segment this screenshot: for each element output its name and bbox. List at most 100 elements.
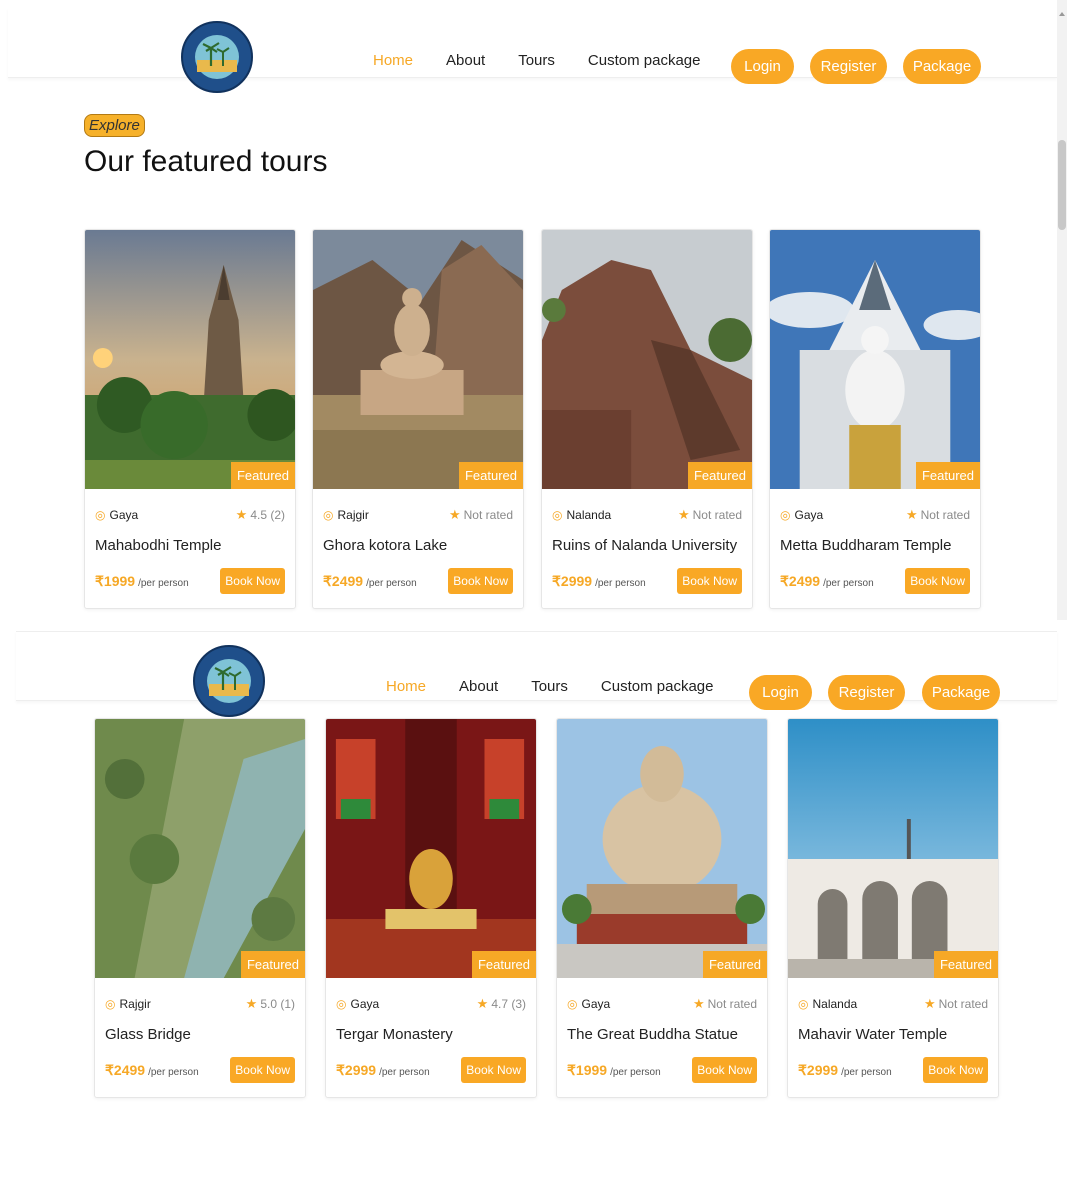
- tour-card[interactable]: Featured ◎ Rajgir ★ 5.0 (1) Glass Bridge ₹…: [94, 718, 306, 1098]
- location: ◎ Rajgir: [105, 996, 151, 1012]
- tour-image[interactable]: Featured: [85, 230, 295, 489]
- tour-title[interactable]: Mahavir Water Temple: [798, 1026, 947, 1043]
- book-now-button[interactable]: Book Now: [905, 568, 970, 594]
- scroll-up-icon[interactable]: [1059, 12, 1065, 16]
- book-now-button[interactable]: Book Now: [677, 568, 742, 594]
- book-now-button[interactable]: Book Now: [230, 1057, 295, 1083]
- map-pin-icon: ◎: [95, 508, 106, 522]
- location-label: Gaya: [794, 508, 824, 522]
- menu-about[interactable]: About: [459, 678, 498, 695]
- menu-tours[interactable]: Tours: [518, 52, 555, 69]
- featured-badge: Featured: [687, 462, 752, 489]
- tour-title[interactable]: Metta Buddharam Temple: [780, 537, 951, 554]
- location-label: Gaya: [581, 997, 611, 1011]
- tour-card[interactable]: Featured ◎ Nalanda ★ Not rated Mahavir Wat…: [787, 718, 999, 1098]
- rating: ★ Not rated: [678, 507, 742, 523]
- scrollbar[interactable]: [1057, 0, 1067, 620]
- tour-card[interactable]: Featured ◎ Nalanda ★ Not rated Ruins of Na…: [541, 229, 753, 609]
- main-menu: Home About Tours Custom package: [373, 52, 700, 69]
- price-value: ₹1999: [95, 572, 136, 589]
- book-now-button[interactable]: Book Now: [692, 1057, 757, 1083]
- book-now-button[interactable]: Book Now: [461, 1057, 526, 1083]
- map-pin-icon: ◎: [323, 508, 334, 522]
- register-button[interactable]: Register: [810, 49, 887, 84]
- tour-title[interactable]: Glass Bridge: [105, 1026, 191, 1043]
- navbar: Home About Tours Custom package Login Re…: [8, 8, 1057, 93]
- rating-label: 4.7 (3): [491, 997, 526, 1011]
- book-now-button[interactable]: Book Now: [923, 1057, 988, 1083]
- per-person-label: /per person: [148, 1066, 199, 1078]
- star-icon: ★: [692, 996, 705, 1011]
- scroll-thumb[interactable]: [1058, 140, 1066, 230]
- logo-emblem-icon: [193, 645, 265, 717]
- tour-image[interactable]: Featured: [95, 719, 305, 978]
- location: ◎ Gaya: [95, 507, 138, 523]
- map-pin-icon: ◎: [567, 997, 578, 1011]
- price-value: ₹2999: [798, 1061, 839, 1078]
- price-value: ₹2999: [336, 1061, 377, 1078]
- package-button[interactable]: Package: [922, 675, 1000, 710]
- package-button[interactable]: Package: [903, 49, 981, 84]
- per-person-label: /per person: [366, 577, 417, 589]
- location: ◎ Rajgir: [323, 507, 369, 523]
- per-person-label: /per person: [595, 577, 646, 589]
- logo[interactable]: [181, 14, 253, 100]
- book-now-button[interactable]: Book Now: [448, 568, 513, 594]
- rating: ★ 4.7 (3): [477, 996, 526, 1012]
- rating-label: Not rated: [707, 997, 757, 1011]
- section-title: Our featured tours: [84, 145, 328, 178]
- rating: ★ 5.0 (1): [246, 996, 295, 1012]
- tour-price: ₹2999/per person: [336, 1062, 430, 1079]
- tour-image[interactable]: Featured: [326, 719, 536, 978]
- tour-title[interactable]: Tergar Monastery: [336, 1026, 453, 1043]
- login-button[interactable]: Login: [731, 49, 794, 84]
- price-value: ₹1999: [567, 1061, 608, 1078]
- section-tag: Explore: [84, 114, 145, 137]
- book-now-button[interactable]: Book Now: [220, 568, 285, 594]
- menu-about[interactable]: About: [446, 52, 485, 69]
- star-icon: ★: [677, 507, 690, 522]
- tour-price: ₹1999/per person: [95, 573, 189, 590]
- location: ◎ Gaya: [567, 996, 610, 1012]
- register-button[interactable]: Register: [828, 675, 905, 710]
- rating: ★ Not rated: [924, 996, 988, 1012]
- tour-image[interactable]: Featured: [770, 230, 980, 489]
- tour-card[interactable]: Featured ◎ Gaya ★ Not rated The Great Budd…: [556, 718, 768, 1098]
- rating: ★ Not rated: [906, 507, 970, 523]
- location: ◎ Nalanda: [552, 507, 611, 523]
- tour-image[interactable]: Featured: [557, 719, 767, 978]
- featured-badge: Featured: [240, 951, 305, 978]
- menu-custom-package[interactable]: Custom package: [588, 52, 701, 69]
- featured-badge: Featured: [230, 462, 295, 489]
- menu-custom-package[interactable]: Custom package: [601, 678, 714, 695]
- menu-tours[interactable]: Tours: [531, 678, 568, 695]
- tour-image[interactable]: Featured: [313, 230, 523, 489]
- tour-title[interactable]: Ruins of Nalanda University: [552, 537, 737, 554]
- menu-home[interactable]: Home: [373, 52, 413, 69]
- tour-title[interactable]: Ghora kotora Lake: [323, 537, 447, 554]
- per-person-label: /per person: [138, 577, 189, 589]
- per-person-label: /per person: [379, 1066, 430, 1078]
- rating-label: Not rated: [692, 508, 742, 522]
- tour-image[interactable]: Featured: [542, 230, 752, 489]
- map-pin-icon: ◎: [798, 997, 809, 1011]
- tour-price: ₹1999/per person: [567, 1062, 661, 1079]
- location-label: Gaya: [109, 508, 139, 522]
- tour-card[interactable]: Featured ◎ Gaya ★ 4.5 (2) Mahabodhi Temple…: [84, 229, 296, 609]
- location: ◎ Nalanda: [798, 996, 857, 1012]
- login-button[interactable]: Login: [749, 675, 812, 710]
- menu-home[interactable]: Home: [386, 678, 426, 695]
- map-pin-icon: ◎: [552, 508, 563, 522]
- tour-card[interactable]: Featured ◎ Gaya ★ 4.7 (3) Tergar Monastery…: [325, 718, 537, 1098]
- logo[interactable]: [193, 638, 265, 724]
- tour-price: ₹2999/per person: [798, 1062, 892, 1079]
- rating: ★ Not rated: [449, 507, 513, 523]
- featured-badge: Featured: [933, 951, 998, 978]
- tour-image[interactable]: Featured: [788, 719, 998, 978]
- tour-card[interactable]: Featured ◎ Gaya ★ Not rated Metta Buddhara…: [769, 229, 981, 609]
- tour-card[interactable]: Featured ◎ Rajgir ★ Not rated Ghora kotora…: [312, 229, 524, 609]
- tour-title[interactable]: The Great Buddha Statue: [567, 1026, 738, 1043]
- price-value: ₹2499: [780, 572, 821, 589]
- tour-title[interactable]: Mahabodhi Temple: [95, 537, 221, 554]
- rating: ★ 4.5 (2): [236, 507, 285, 523]
